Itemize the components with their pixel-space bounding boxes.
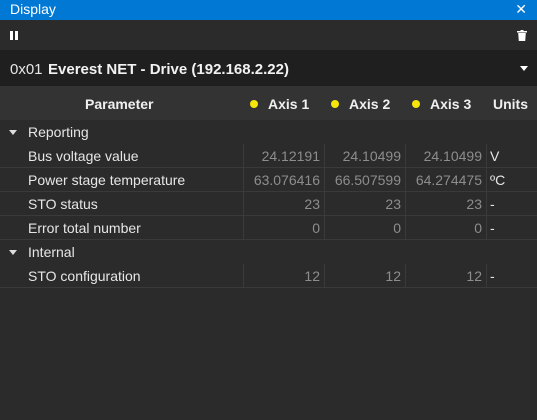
axis-indicator-dot <box>331 100 339 108</box>
drive-selector[interactable]: 0x01 Everest NET - Drive (192.168.2.22) <box>0 50 537 86</box>
toolbar <box>0 20 537 50</box>
axis-3-value: 12 <box>405 264 486 288</box>
unit-value: ºC <box>486 168 537 192</box>
axis-indicator-dot <box>250 100 258 108</box>
window-titlebar: Display ✕ <box>0 0 537 20</box>
pause-icon[interactable] <box>10 31 18 40</box>
row-parameter-name: STO status <box>28 196 98 212</box>
drive-address: 0x01 <box>10 61 43 78</box>
close-icon[interactable]: ✕ <box>515 1 527 18</box>
axis-3-value: 0 <box>405 216 486 240</box>
unit-value: - <box>486 264 537 288</box>
axis-3-value: 64.274475 <box>405 168 486 192</box>
unit-value: - <box>486 192 537 216</box>
table-row: Power stage temperature 63.076416 66.507… <box>0 168 537 192</box>
table-header: Parameter Axis 1 Axis 2 Axis 3 Units <box>0 86 537 120</box>
window-title: Display <box>10 1 56 17</box>
axis-1-value: 12 <box>243 264 324 288</box>
group-reporting[interactable]: Reporting <box>0 120 537 144</box>
group-internal[interactable]: Internal <box>0 240 537 264</box>
axis-1-value: 23 <box>243 192 324 216</box>
table-row: Error total number 0 0 0 - <box>0 216 537 240</box>
group-label: Reporting <box>28 124 89 140</box>
drive-name: Everest NET - Drive (192.168.2.22) <box>48 61 289 78</box>
trash-icon[interactable] <box>517 30 527 41</box>
row-parameter-name: STO configuration <box>28 268 141 284</box>
axis-1-value: 24.12191 <box>243 144 324 168</box>
header-parameter[interactable]: Parameter <box>85 96 154 112</box>
axis-2-value: 0 <box>324 216 405 240</box>
axis-3-value: 24.10499 <box>405 144 486 168</box>
chevron-down-icon[interactable] <box>520 66 528 71</box>
axis-2-value: 66.507599 <box>324 168 405 192</box>
axis-2-value: 12 <box>324 264 405 288</box>
header-axis-2[interactable]: Axis 2 <box>331 96 390 112</box>
header-axis-1[interactable]: Axis 1 <box>250 96 309 112</box>
row-parameter-name: Power stage temperature <box>28 172 186 188</box>
row-parameter-name: Bus voltage value <box>28 148 139 164</box>
unit-value: V <box>486 144 537 168</box>
expand-toggle-icon[interactable] <box>9 250 17 255</box>
header-units[interactable]: Units <box>493 96 528 112</box>
axis-1-value: 0 <box>243 216 324 240</box>
expand-toggle-icon[interactable] <box>9 130 17 135</box>
header-axis-3[interactable]: Axis 3 <box>412 96 471 112</box>
group-label: Internal <box>28 244 75 260</box>
row-parameter-name: Error total number <box>28 220 141 236</box>
axis-2-value: 24.10499 <box>324 144 405 168</box>
unit-value: - <box>486 216 537 240</box>
axis-indicator-dot <box>412 100 420 108</box>
table-row: Bus voltage value 24.12191 24.10499 24.1… <box>0 144 537 168</box>
axis-1-value: 63.076416 <box>243 168 324 192</box>
table-row: STO status 23 23 23 - <box>0 192 537 216</box>
axis-3-value: 23 <box>405 192 486 216</box>
axis-2-value: 23 <box>324 192 405 216</box>
table-row: STO configuration 12 12 12 - <box>0 264 537 288</box>
